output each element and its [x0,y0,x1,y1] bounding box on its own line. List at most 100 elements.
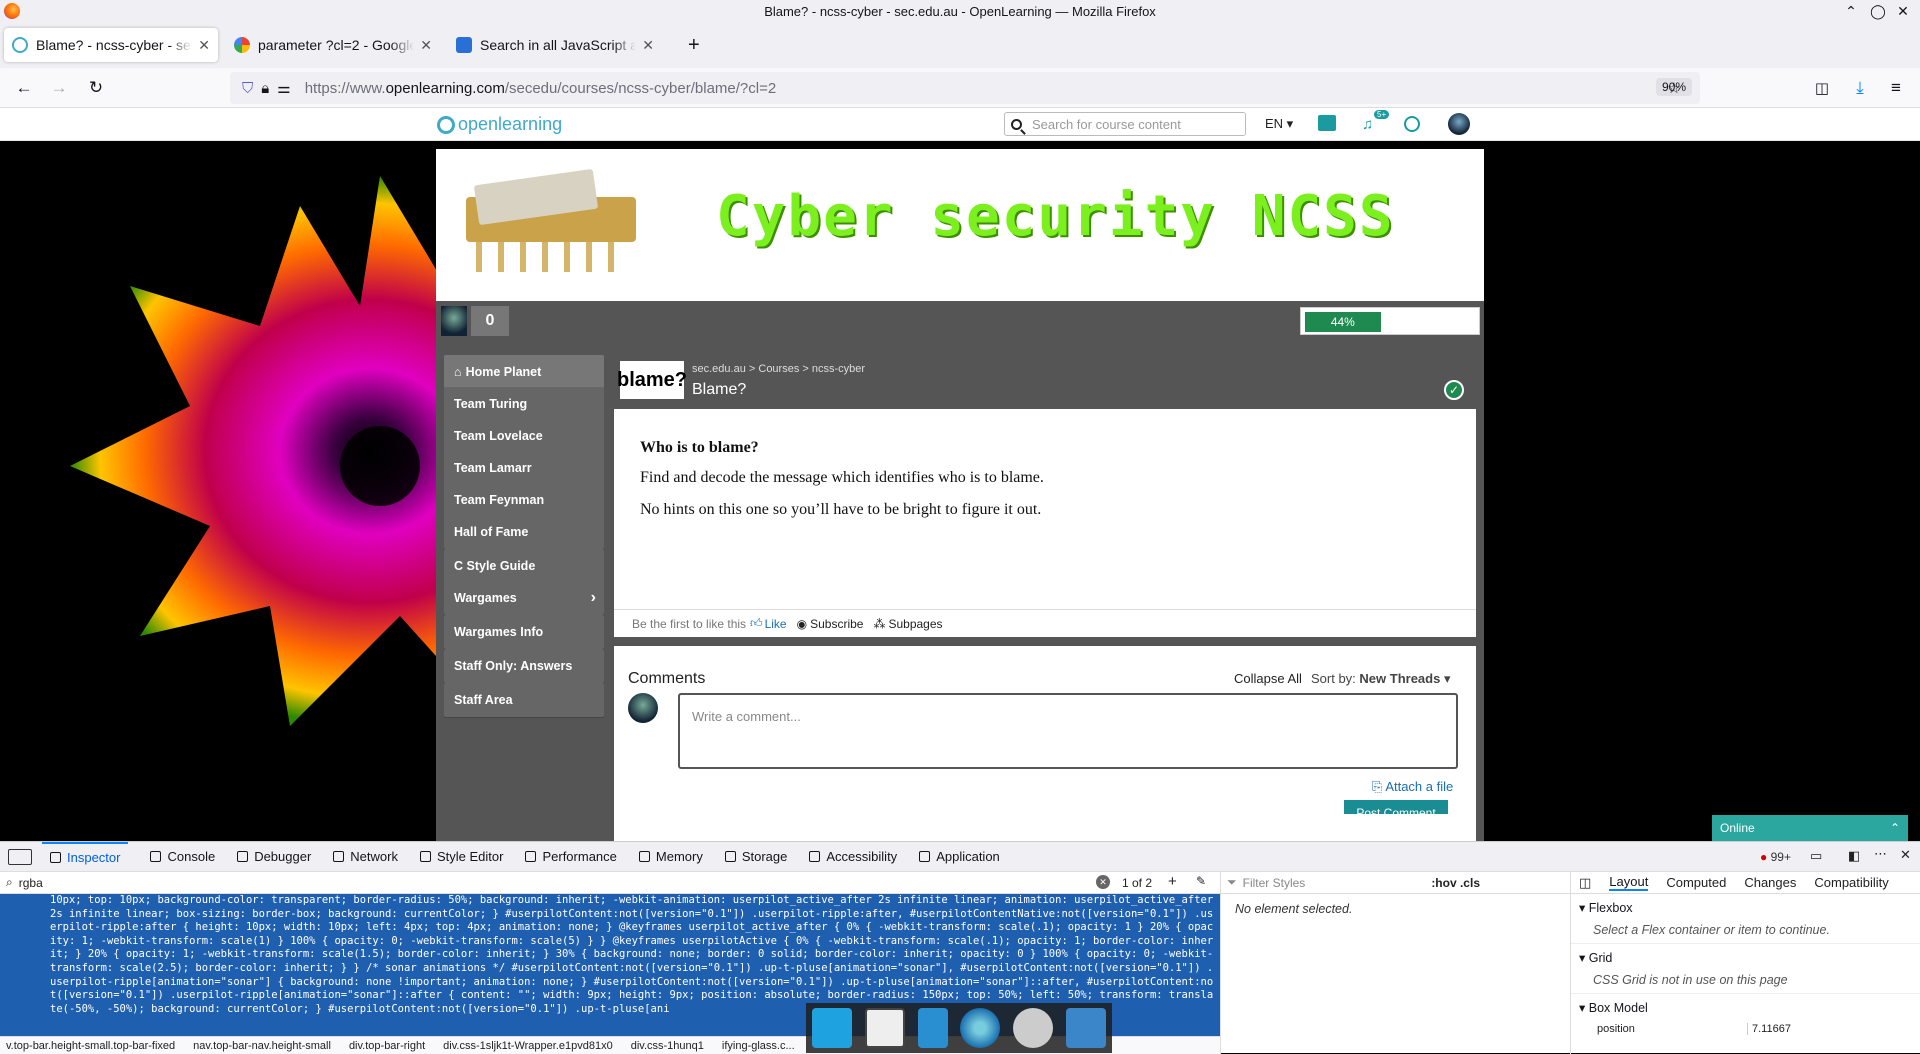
sidebar-item-hall-of-fame[interactable]: Hall of Fame [444,515,604,549]
course-search-input[interactable]: Search for course content [1004,112,1246,136]
subpages-link[interactable]: Subpages [888,617,942,631]
boxmodel-section-header[interactable]: ▾ Box Model [1571,994,1920,1015]
tab-layout[interactable]: Layout [1609,874,1649,891]
sidebar-item-staff-only-answers[interactable]: Staff Only: Answers [444,649,604,683]
sidebar-item-c-style-guide[interactable]: C Style Guide [444,549,604,583]
devtools-tab-storage[interactable]: Storage [724,849,787,864]
post-comment-button[interactable]: Post Comment [1344,800,1448,814]
tab-google[interactable]: parameter ?cl=2 - Google ✕ [226,28,440,62]
devtools-tab-network[interactable]: Network [333,849,398,864]
magnifier-icon[interactable] [1012,1008,1053,1048]
minimize-icon[interactable]: ⌃ [1836,0,1866,22]
close-tab-icon[interactable]: ✕ [420,37,432,54]
clear-search-icon[interactable]: ✕ [1096,875,1110,889]
sidebar-item-team-feynman[interactable]: Team Feynman [444,483,604,517]
forward-arrow-icon[interactable]: → [45,76,73,100]
permissions-icon[interactable]: ⚌ [277,79,290,97]
menu-hamburger-icon[interactable]: ≡ [1882,76,1910,100]
collapse-all-button[interactable]: Collapse All [1234,671,1302,686]
comments-section: Comments Collapse All Sort by: New Threa… [614,646,1476,846]
markup-search[interactable]: ⌕ rgba ✕ 1 of 2 + ✎ [0,872,1220,894]
devtools-tab-application[interactable]: Application [919,849,1000,864]
browser-globe-icon[interactable] [960,1008,1001,1048]
pseudo-class-toggle[interactable]: :hov .cls [1431,876,1480,890]
pocket-icon[interactable]: ◫ [1808,76,1836,100]
more-options-icon[interactable]: ⋯ [1874,846,1887,862]
markup-breadcrumb-item[interactable]: nav.top-bar-nav.height-small [193,1040,331,1052]
sidebar-item-home-planet[interactable]: ⌂ Home Planet [444,355,604,389]
comment-input[interactable]: Write a comment... [678,693,1458,769]
close-tab-icon[interactable]: ✕ [642,37,654,54]
sidebar-item-team-turing[interactable]: Team Turing [444,387,604,421]
devtools-tab-console[interactable]: Console [150,849,215,864]
tab-computed[interactable]: Computed [1666,875,1726,890]
element-picker-icon[interactable] [8,848,32,865]
close-window-icon[interactable]: ✕ [1888,0,1918,22]
google-favicon-icon [234,37,250,53]
new-tab-button[interactable]: + [680,28,710,62]
sidebar-item-team-lovelace[interactable]: Team Lovelace [444,419,604,453]
sort-selector[interactable]: Sort by: New Threads ▾ [1311,671,1450,687]
language-selector[interactable]: EN ▾ [1265,116,1293,132]
article-body: Who is to blame? Find and decode the mes… [614,409,1476,609]
markup-breadcrumb-item[interactable]: v.top-bar.height-small.top-bar-fixed [6,1040,175,1052]
add-node-icon[interactable]: + [1168,873,1177,890]
url-bar[interactable]: ⛉ 🔒︎ ⚌ https://www. openlearning.com/sece… [230,72,1700,104]
sidebar-item-wargames[interactable]: Wargames › [444,581,604,615]
markup-search-input[interactable]: rgba [19,876,43,890]
sidebar-item-wargames-info[interactable]: Wargames Info [444,615,604,649]
flexbox-section-header[interactable]: ▾ Flexbox [1571,894,1920,915]
devtools-tab-performance[interactable]: Performance [525,849,617,864]
reload-icon[interactable]: ↻ [82,76,110,100]
devtools-tab-debugger[interactable]: Debugger [237,849,311,864]
close-tab-icon[interactable]: ✕ [198,37,210,54]
terminal-icon[interactable] [864,1008,905,1048]
chevron-up-icon[interactable]: ⌃ [1890,821,1900,835]
devtools-tab-accessibility[interactable]: Accessibility [809,849,897,864]
online-status-widget[interactable]: Online ⌃ [1712,815,1908,841]
sidebar-toggle-icon[interactable]: ◫ [1579,875,1591,891]
gift-icon[interactable] [1318,115,1336,131]
filter-styles-input[interactable]: Filter Styles [1243,876,1306,890]
help-icon[interactable] [1404,116,1420,132]
tab-blame[interactable]: Blame? - ncss-cyber - sec.e ✕ [4,28,218,62]
tab-changes[interactable]: Changes [1744,875,1796,890]
tab-search-js[interactable]: Search in all JavaScript a ✕ [448,28,662,62]
back-arrow-icon[interactable]: ← [10,76,38,100]
markup-breadcrumb-item[interactable]: div.css-1hunq1 [631,1040,704,1052]
subscribe-link[interactable]: Subscribe [810,617,863,631]
tab-compatibility[interactable]: Compatibility [1814,875,1888,890]
error-count[interactable]: ● 99+ [1760,850,1791,864]
lock-icon[interactable]: 🔒︎ [261,80,269,97]
user-avatar[interactable] [441,306,467,336]
close-devtools-icon[interactable]: ✕ [1900,847,1911,863]
devtools-tab-inspector[interactable]: Inspector [42,841,129,872]
completed-check-icon[interactable]: ✓ [1444,380,1464,400]
grid-section-header[interactable]: ▾ Grid [1571,944,1920,965]
breadcrumb-item[interactable]: ncss-cyber [812,363,865,375]
breadcrumb-item[interactable]: Courses [758,363,799,375]
sidebar-item-team-lamarr[interactable]: Team Lamarr [444,451,604,485]
markup-breadcrumb-item[interactable]: ifying-glass.c... [722,1040,795,1052]
bookmark-star-icon[interactable]: ☆ [1660,76,1688,100]
openlearning-logo[interactable]: openlearning [437,114,562,135]
devtools-tab-style-editor[interactable]: Style Editor [419,849,503,864]
desktop-icon[interactable] [812,1008,853,1048]
eyedropper-icon[interactable]: ✎ [1196,874,1206,888]
downloads-icon[interactable]: ⤓ [1846,76,1874,100]
dock-icon[interactable]: ◧ [1848,848,1860,864]
sidebar-item-staff-area[interactable]: Staff Area [444,683,604,717]
responsive-mode-icon[interactable]: ▭ [1810,848,1822,864]
attach-file-link[interactable]: ⎘ Attach a file [1372,779,1453,795]
markup-breadcrumb-item[interactable]: div.css-1sljk1t-Wrapper.e1pvd81x0 [443,1040,613,1052]
tracking-shield-icon[interactable]: ⛉ [242,80,253,97]
devtools-tab-memory[interactable]: Memory [638,849,703,864]
breadcrumb-item[interactable]: sec.edu.au [692,363,746,375]
avatar[interactable] [1448,113,1470,135]
like-link[interactable]: Like [765,617,787,631]
rules-filter[interactable]: ⏷ Filter Styles :hov .cls [1221,872,1570,894]
markup-breadcrumb-item[interactable]: div.top-bar-right [349,1040,425,1052]
folder-icon[interactable] [1065,1008,1106,1048]
file-manager-icon[interactable] [917,1008,948,1048]
layout-pane: ◫ Layout Computed Changes Compatibility … [1570,872,1920,1054]
